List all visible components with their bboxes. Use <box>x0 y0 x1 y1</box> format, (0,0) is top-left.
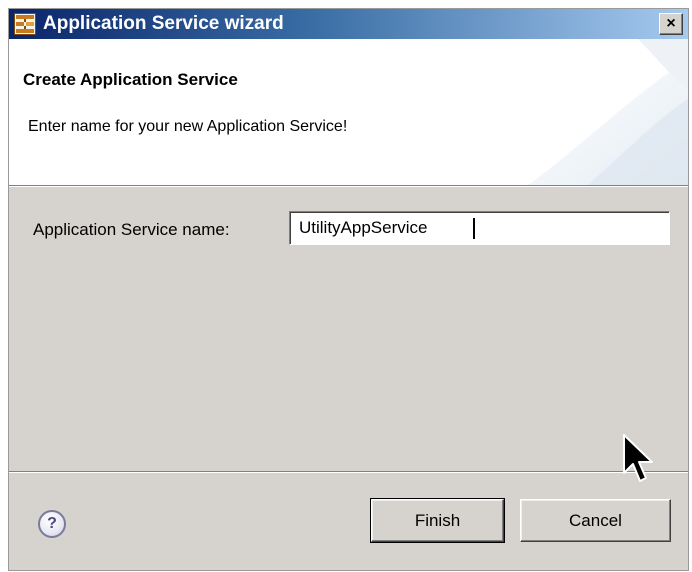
banner-decoration <box>528 39 688 185</box>
help-icon: ? <box>47 515 57 532</box>
wizard-banner: Create Application Service Enter name fo… <box>9 39 688 185</box>
banner-separator <box>9 185 688 187</box>
text-caret <box>473 218 475 239</box>
wizard-page-message: Enter name for your new Application Serv… <box>28 118 348 135</box>
footer-separator <box>9 471 688 473</box>
wizard-dialog: Application Service wizard × Create Appl… <box>8 8 689 571</box>
title-bar[interactable]: Application Service wizard × <box>9 9 688 39</box>
wizard-app-icon <box>14 13 36 35</box>
finish-button[interactable]: Finish <box>370 498 505 543</box>
mouse-cursor-icon <box>623 434 653 482</box>
service-name-input[interactable] <box>289 211 670 245</box>
window-title: Application Service wizard <box>43 13 284 34</box>
wizard-page-title: Create Application Service <box>23 70 238 89</box>
cancel-button[interactable]: Cancel <box>520 499 671 542</box>
close-button[interactable]: × <box>659 13 683 35</box>
service-name-label: Application Service name: <box>33 220 230 239</box>
close-icon: × <box>666 15 676 32</box>
help-button[interactable]: ? <box>38 510 66 538</box>
